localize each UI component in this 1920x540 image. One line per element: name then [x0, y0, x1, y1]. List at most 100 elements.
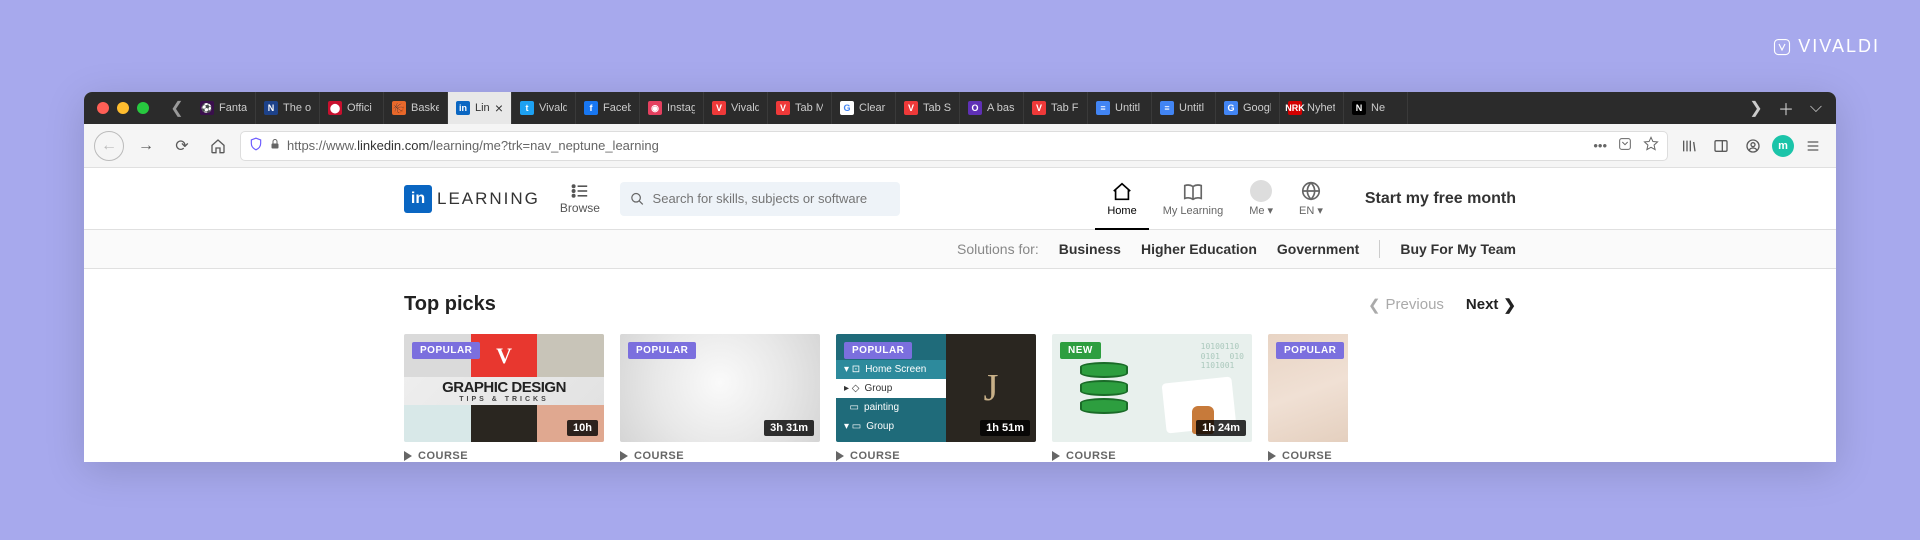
browser-tab[interactable]: VTab Fe	[1024, 92, 1088, 124]
account-icon[interactable]	[1740, 133, 1766, 159]
tab-favicon: f	[584, 101, 598, 115]
tab-close-button[interactable]: ×	[495, 100, 503, 116]
browser-tab[interactable]: VTab St	[896, 92, 960, 124]
sidebar-icon[interactable]	[1708, 133, 1734, 159]
nav-language[interactable]: EN ▾	[1287, 176, 1335, 221]
page-actions-icon[interactable]: •••	[1593, 138, 1607, 153]
nav-my-learning[interactable]: My Learning	[1151, 177, 1236, 221]
popular-badge: POPULAR	[628, 342, 696, 359]
card-type: COURSE	[1282, 450, 1332, 462]
browse-label: Browse	[560, 201, 600, 215]
header-nav: Home My Learning Me ▾ EN ▾ Start my fr	[1095, 176, 1516, 221]
tab-label: Vivald	[731, 102, 759, 114]
close-window-button[interactable]	[97, 102, 109, 114]
duration-badge: 1h 24m	[1196, 420, 1246, 436]
maximize-window-button[interactable]	[137, 102, 149, 114]
course-card[interactable]: ▾ ⊡Home Screen ▸ ◇Group ▭painting ▾ ▭Gro…	[836, 334, 1036, 462]
tab-favicon: N	[1352, 101, 1366, 115]
forward-button[interactable]: →	[132, 132, 160, 160]
tab-favicon: ⚽	[200, 101, 214, 115]
tab-scroll-right-button[interactable]: ❯	[1744, 96, 1768, 120]
new-tab-button[interactable]: ＋	[1774, 96, 1798, 120]
new-badge: NEW	[1060, 342, 1101, 359]
nav-me[interactable]: Me ▾	[1237, 176, 1285, 221]
menu-icon[interactable]	[1800, 133, 1826, 159]
bookmark-star-icon[interactable]	[1643, 136, 1659, 155]
solutions-link-business[interactable]: Business	[1059, 241, 1121, 257]
tab-label: The of	[283, 102, 311, 114]
solutions-link-higher-education[interactable]: Higher Education	[1141, 241, 1257, 257]
tab-label: Tab Fe	[1051, 102, 1079, 114]
address-bar: ← → ⟳ https://www.linkedin.com/learning/…	[84, 124, 1836, 168]
previous-button[interactable]: ❮ Previous	[1368, 296, 1444, 314]
browser-tab[interactable]: NRKNyhet	[1280, 92, 1344, 124]
tab-label: Baske	[411, 102, 439, 114]
back-button[interactable]: ←	[94, 131, 124, 161]
browser-tab[interactable]: tVivald	[512, 92, 576, 124]
course-card[interactable]: POPULAR COURSE	[1268, 334, 1348, 462]
browser-tab[interactable]: ⚽ Fantas	[192, 92, 256, 124]
globe-icon	[1300, 180, 1322, 202]
minimize-window-button[interactable]	[117, 102, 129, 114]
course-card[interactable]: POPULAR 3h 31m COURSE	[620, 334, 820, 462]
search-box[interactable]	[620, 182, 900, 216]
solutions-link-government[interactable]: Government	[1277, 241, 1359, 257]
card-thumbnail: ▾ ⊡Home Screen ▸ ◇Group ▭painting ▾ ▭Gro…	[836, 334, 1036, 442]
browser-tab[interactable]: N The of	[256, 92, 320, 124]
tab-scroll-left-button[interactable]: ❮	[162, 92, 192, 124]
tab-favicon: ≡	[1096, 101, 1110, 115]
browser-tab[interactable]: inLin×	[448, 92, 512, 124]
chevron-left-icon: ❮	[1368, 296, 1381, 314]
search-input[interactable]	[653, 191, 890, 206]
divider	[1379, 240, 1380, 258]
solutions-bar: Solutions for: Business Higher Education…	[84, 229, 1836, 269]
card-thumbnail: 101001100101 0101101001 NEW 1h 24m	[1052, 334, 1252, 442]
caret-down-icon: ▾	[1268, 204, 1274, 217]
reader-mode-icon[interactable]	[1617, 136, 1633, 155]
tab-label: Faceb	[603, 102, 631, 114]
library-icon[interactable]	[1676, 133, 1702, 159]
cards-row: V GRAPHIC DESIGN TIPS & TRICKS POPULAR 1…	[404, 334, 1516, 462]
tab-favicon: O	[968, 101, 982, 115]
browser-tab[interactable]: VVivald	[704, 92, 768, 124]
play-icon	[404, 451, 412, 461]
browser-tab[interactable]: NNe	[1344, 92, 1408, 124]
linkedin-learning-logo[interactable]: in LEARNING	[404, 185, 540, 213]
browse-icon	[570, 183, 590, 199]
section-head: Top picks ❮ Previous Next ❯	[404, 293, 1516, 316]
start-free-month-button[interactable]: Start my free month	[1365, 190, 1516, 208]
play-icon	[1268, 451, 1276, 461]
nav-home[interactable]: Home	[1095, 177, 1148, 221]
browser-tab[interactable]: OA bask	[960, 92, 1024, 124]
browser-tab[interactable]: f Faceb	[576, 92, 640, 124]
browser-tab[interactable]: 🏀Baske	[384, 92, 448, 124]
browser-tab[interactable]: GGoogl	[1216, 92, 1280, 124]
traffic-lights	[84, 102, 162, 114]
buy-for-team-link[interactable]: Buy For My Team	[1400, 241, 1516, 257]
browser-tab[interactable]: GClear	[832, 92, 896, 124]
browse-button[interactable]: Browse	[556, 183, 604, 215]
card-type: COURSE	[634, 450, 684, 462]
next-button[interactable]: Next ❯	[1466, 296, 1516, 314]
course-card[interactable]: V GRAPHIC DESIGN TIPS & TRICKS POPULAR 1…	[404, 334, 604, 462]
popular-badge: POPULAR	[412, 342, 480, 359]
toolbar-right: m	[1676, 133, 1826, 159]
tab-label: Clear	[859, 102, 887, 114]
tab-favicon: ≡	[1160, 101, 1174, 115]
home-button[interactable]	[204, 132, 232, 160]
tab-list-button[interactable]: ⌵	[1804, 96, 1828, 120]
browser-tab[interactable]: ◉Instag	[640, 92, 704, 124]
browser-tab[interactable]: ⬤Offici	[320, 92, 384, 124]
url-field[interactable]: https://www.linkedin.com/learning/me?trk…	[240, 131, 1668, 161]
tab-favicon: ◉	[648, 101, 662, 115]
course-card[interactable]: 101001100101 0101101001 NEW 1h 24m COURS…	[1052, 334, 1252, 462]
tab-label: Offici	[347, 102, 375, 114]
browser-tab[interactable]: VTab M	[768, 92, 832, 124]
tab-label: Untitl	[1179, 102, 1207, 114]
browser-tab[interactable]: ≡ Untitl	[1152, 92, 1216, 124]
tab-label: Fantas	[219, 102, 247, 114]
profile-avatar[interactable]: m	[1772, 135, 1794, 157]
browser-tab[interactable]: ≡Untitl	[1088, 92, 1152, 124]
tab-favicon: N	[264, 101, 278, 115]
reload-button[interactable]: ⟳	[168, 132, 196, 160]
